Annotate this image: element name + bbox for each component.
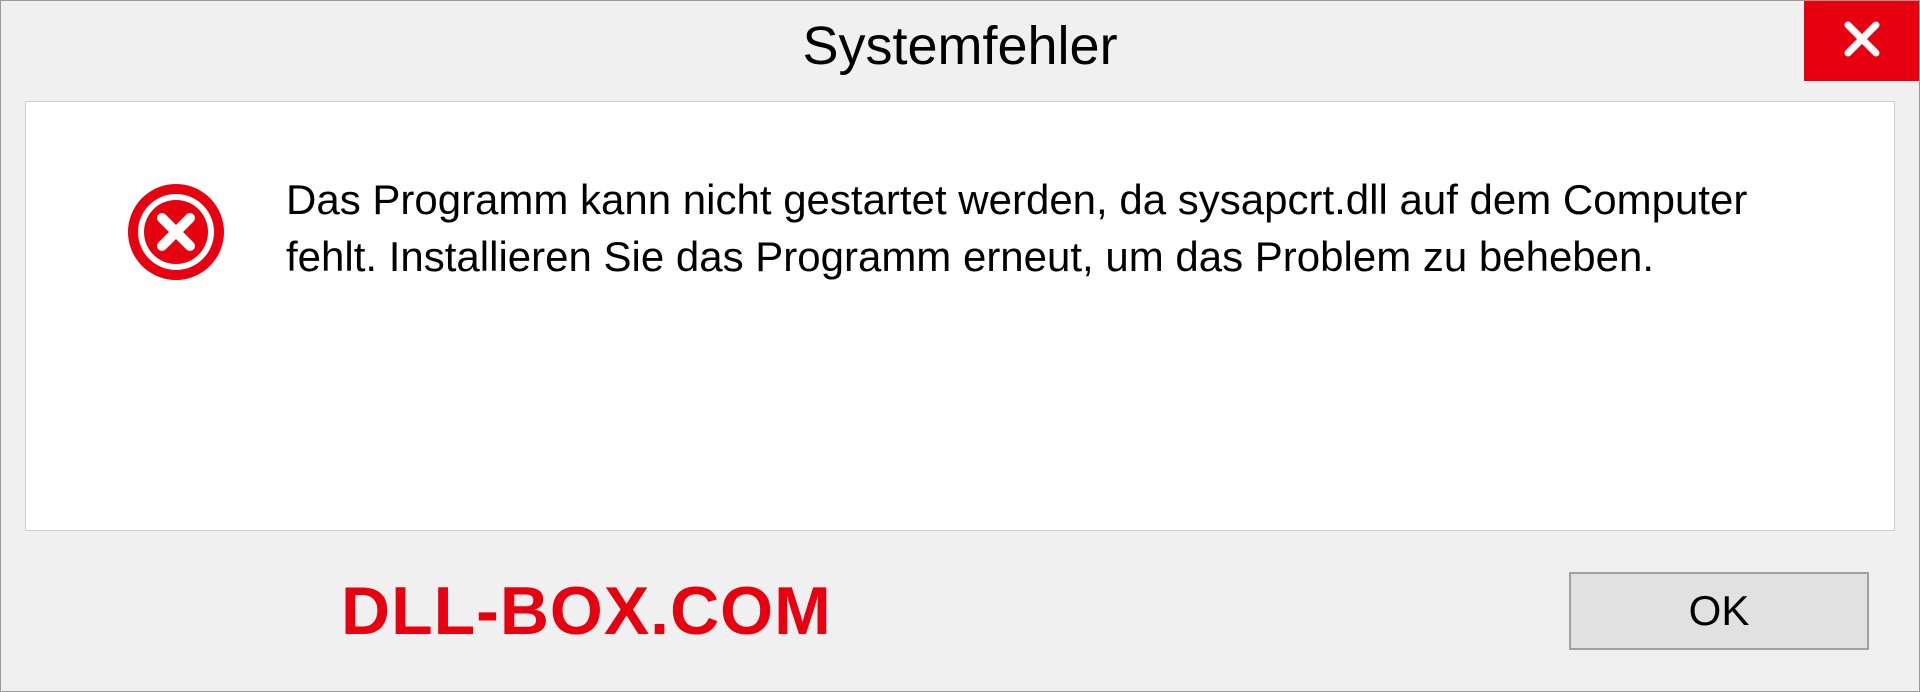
title-bar: Systemfehler (1, 1, 1919, 91)
error-dialog: Systemfehler Das Programm kann nicht ges… (0, 0, 1920, 692)
content-area: Das Programm kann nicht gestartet werden… (25, 101, 1895, 531)
watermark-text: DLL-BOX.COM (341, 572, 832, 650)
ok-button[interactable]: OK (1569, 572, 1869, 650)
close-icon (1838, 15, 1886, 68)
dialog-title: Systemfehler (802, 15, 1117, 77)
error-message: Das Programm kann nicht gestartet werden… (286, 172, 1834, 285)
dialog-footer: DLL-BOX.COM OK (1, 531, 1919, 691)
error-icon (126, 182, 226, 287)
close-button[interactable] (1804, 1, 1919, 81)
